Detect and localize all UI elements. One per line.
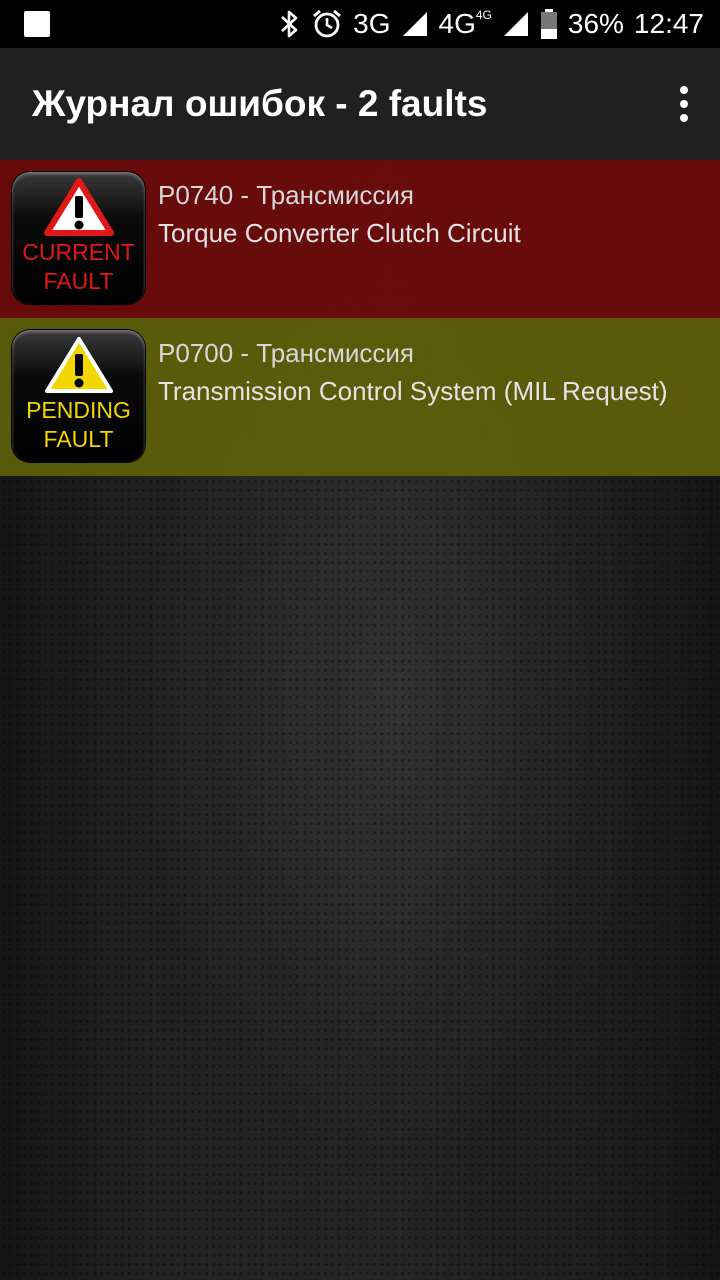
badge-line-1: CURRENT: [22, 239, 135, 265]
overflow-menu-icon[interactable]: [672, 80, 696, 128]
status-bar: 3G 4G4G 36% 12:47: [0, 0, 720, 48]
signal-icon: [502, 11, 530, 37]
notification-square-icon: [24, 11, 50, 37]
fault-list: CURRENT FAULT P0740 - Трансмиссия Torque…: [0, 160, 720, 476]
fault-description: Torque Converter Clutch Circuit: [158, 218, 521, 248]
battery-percent: 36%: [567, 8, 624, 39]
fault-code: P0700 - Трансмиссия: [158, 338, 414, 368]
warning-triangle-icon: [44, 337, 113, 393]
current-fault-badge: CURRENT FAULT: [12, 172, 145, 304]
fault-code: P0740 - Трансмиссия: [158, 180, 414, 210]
clock: 12:47: [633, 8, 704, 39]
battery-icon: [540, 9, 558, 39]
network-3g-label: 3G: [353, 8, 391, 39]
fault-description: Transmission Control System (MIL Request…: [158, 376, 668, 406]
badge-line-2: FAULT: [43, 426, 114, 452]
app-bar: Журнал ошибок - 2 faults: [0, 48, 720, 160]
badge-line-1: PENDING: [26, 397, 131, 423]
alarm-icon: [311, 8, 343, 40]
warning-triangle-icon: [43, 178, 114, 236]
fault-row-current[interactable]: CURRENT FAULT P0740 - Трансмиссия Torque…: [0, 160, 720, 318]
badge-line-2: FAULT: [43, 268, 114, 294]
page-title: Журнал ошибок - 2 faults: [32, 83, 488, 124]
fault-row-pending[interactable]: PENDING FAULT P0700 - Трансмиссия Transm…: [0, 318, 720, 476]
network-4g-label: 4G4G: [438, 8, 492, 39]
bluetooth-icon: [279, 9, 301, 39]
signal-icon: [401, 11, 429, 37]
pending-fault-badge: PENDING FAULT: [12, 330, 145, 462]
